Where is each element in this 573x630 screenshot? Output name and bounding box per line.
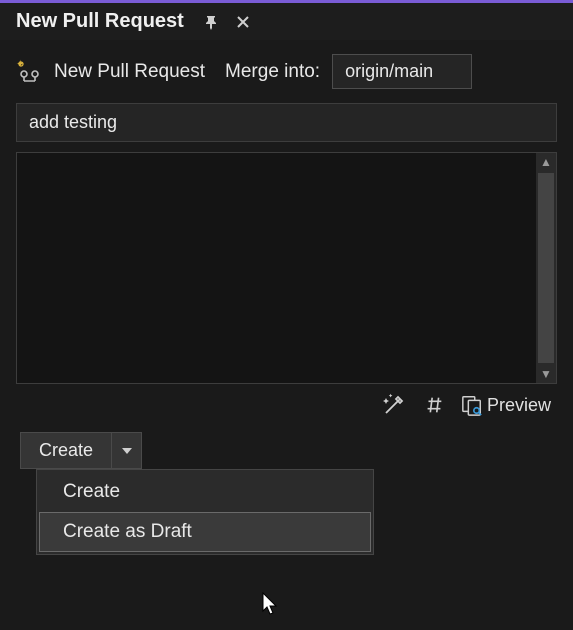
menu-item-label: Create as Draft xyxy=(63,521,192,542)
panel-title: New Pull Request xyxy=(16,10,184,33)
header-row: ✦ New Pull Request Merge into: origin/ma… xyxy=(16,54,557,89)
scroll-down-icon[interactable]: ▼ xyxy=(538,365,554,383)
create-button-label: Create xyxy=(39,440,93,460)
title-bar: New Pull Request xyxy=(0,0,573,40)
preview-button[interactable]: Preview xyxy=(461,394,551,416)
header-label: New Pull Request xyxy=(54,61,205,83)
new-pull-request-icon: ✦ xyxy=(16,59,42,85)
pr-description-input[interactable] xyxy=(17,153,536,383)
pr-title-input[interactable] xyxy=(16,103,557,142)
content-panel: ✦ New Pull Request Merge into: origin/ma… xyxy=(0,40,573,571)
description-scrollbar[interactable]: ▲ ▼ xyxy=(536,153,556,383)
target-branch-value: origin/main xyxy=(345,61,433,81)
hashtag-icon[interactable] xyxy=(421,392,447,418)
svg-text:✦: ✦ xyxy=(16,59,24,70)
create-button[interactable]: Create xyxy=(21,433,111,468)
create-dropdown-toggle[interactable] xyxy=(111,433,141,468)
scroll-up-icon[interactable]: ▲ xyxy=(538,153,554,171)
scroll-thumb[interactable] xyxy=(538,173,554,363)
pr-description-area: ▲ ▼ xyxy=(16,152,557,384)
target-branch-select[interactable]: origin/main xyxy=(332,54,472,89)
close-icon[interactable] xyxy=(232,11,254,33)
preview-label: Preview xyxy=(487,395,551,416)
menu-item-create[interactable]: Create xyxy=(39,472,371,512)
create-dropdown-menu: Create Create as Draft xyxy=(36,469,374,555)
description-toolbar: Preview xyxy=(16,384,557,428)
menu-item-create-as-draft[interactable]: Create as Draft xyxy=(39,512,371,552)
ai-suggest-icon[interactable] xyxy=(381,392,407,418)
menu-item-label: Create xyxy=(63,481,120,502)
mouse-cursor-icon xyxy=(262,592,282,618)
merge-into-label: Merge into: xyxy=(225,61,320,83)
pin-icon[interactable] xyxy=(200,11,222,33)
create-split-button: Create xyxy=(20,432,142,469)
